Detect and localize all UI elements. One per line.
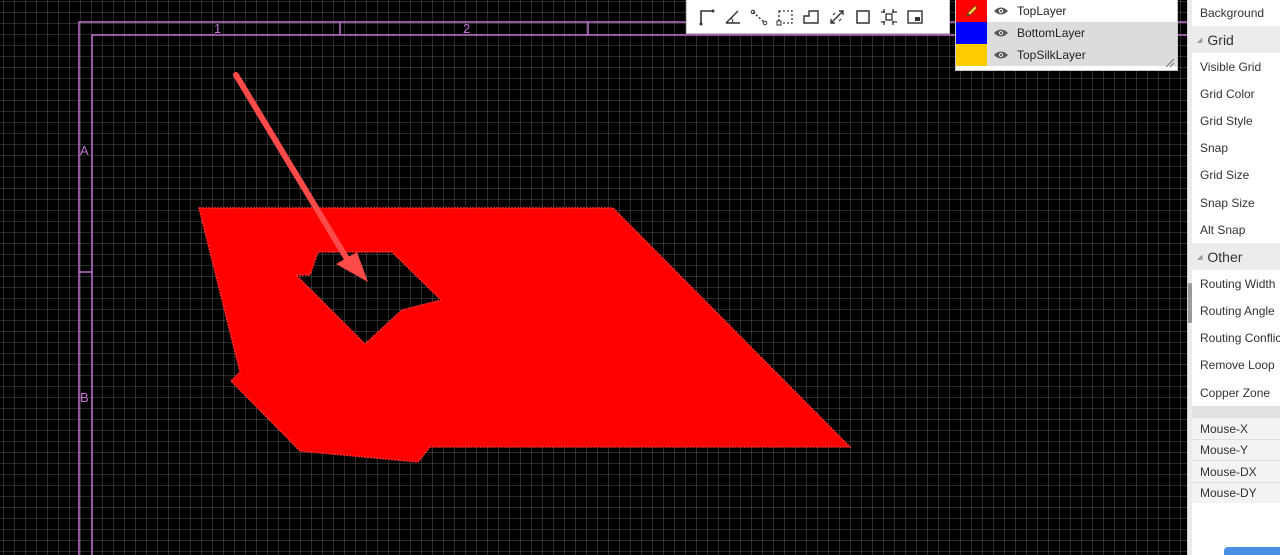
properties-panel: Background ◢ Grid Visible Grid Grid Colo… bbox=[1192, 0, 1280, 555]
prop-visible-grid[interactable]: Visible Grid bbox=[1192, 53, 1280, 80]
canvas-drawing bbox=[78, 21, 1187, 555]
layer-color-swatch[interactable] bbox=[956, 22, 987, 44]
window-icon[interactable] bbox=[903, 5, 926, 28]
resize-arrows-icon[interactable] bbox=[825, 5, 848, 28]
dotted-line-icon[interactable] bbox=[747, 5, 770, 28]
prop-grid-style[interactable]: Grid Style bbox=[1192, 107, 1280, 134]
prop-alt-snap[interactable]: Alt Snap bbox=[1192, 216, 1280, 243]
section-other-header[interactable]: ◢ Other bbox=[1192, 243, 1280, 271]
outline-shape-icon[interactable] bbox=[799, 5, 822, 28]
eye-icon[interactable] bbox=[987, 50, 1015, 60]
row-label-b: B bbox=[80, 390, 89, 405]
prop-routing-angle[interactable]: Routing Angle bbox=[1192, 298, 1280, 325]
row-label-a: A bbox=[80, 143, 89, 158]
prop-grid-color[interactable]: Grid Color bbox=[1192, 80, 1280, 107]
layer-name: TopLayer bbox=[1017, 4, 1067, 18]
layer-row-bottomlayer[interactable]: BottomLayer bbox=[956, 22, 1177, 44]
pencil-icon bbox=[965, 5, 978, 17]
collapse-triangle-icon: ◢ bbox=[1197, 253, 1203, 261]
layer-row-topsilklayer[interactable]: TopSilkLayer bbox=[956, 44, 1177, 66]
layer-name: BottomLayer bbox=[1017, 26, 1086, 40]
resize-grip-icon[interactable] bbox=[1165, 58, 1175, 68]
layer-color-swatch[interactable] bbox=[956, 44, 987, 66]
dashed-rectangle-icon[interactable] bbox=[773, 5, 796, 28]
eye-icon[interactable] bbox=[987, 6, 1015, 16]
layers-panel: TopLayer BottomLayer TopSilkLayer bbox=[955, 0, 1178, 71]
prop-routing-width[interactable]: Routing Width bbox=[1192, 270, 1280, 297]
panel-divider bbox=[1192, 406, 1280, 418]
prop-copper-zone[interactable]: Copper Zone bbox=[1192, 379, 1280, 406]
section-grid-header[interactable]: ◢ Grid bbox=[1192, 26, 1280, 53]
layer-color-swatch[interactable] bbox=[956, 0, 987, 22]
prop-snap[interactable]: Snap bbox=[1192, 135, 1280, 162]
layer-name: TopSilkLayer bbox=[1017, 48, 1086, 62]
prop-remove-loop[interactable]: Remove Loop bbox=[1192, 352, 1280, 379]
column-label-1: 1 bbox=[214, 21, 222, 36]
pcb-canvas[interactable]: 1 2 A B bbox=[0, 0, 1187, 555]
mouse-y-label: Mouse-Y bbox=[1192, 438, 1280, 461]
prop-snap-size[interactable]: Snap Size bbox=[1192, 189, 1280, 216]
section-title: Grid bbox=[1207, 31, 1234, 48]
eye-icon[interactable] bbox=[987, 28, 1015, 38]
section-title: Other bbox=[1207, 248, 1243, 265]
copper-zone[interactable] bbox=[198, 207, 852, 463]
layer-row-toplayer[interactable]: TopLayer bbox=[956, 0, 1177, 22]
mouse-dx-label: Mouse-DX bbox=[1192, 460, 1280, 482]
selection-frame-icon[interactable] bbox=[877, 5, 900, 28]
mouse-x-label: Mouse-X bbox=[1192, 417, 1280, 439]
prop-grid-size[interactable]: Grid Size bbox=[1192, 162, 1280, 189]
column-label-2: 2 bbox=[463, 21, 471, 36]
prop-routing-conflict[interactable]: Routing Conflict bbox=[1192, 325, 1280, 352]
action-button[interactable] bbox=[1224, 547, 1280, 555]
mouse-dy-label: Mouse-DY bbox=[1192, 481, 1280, 504]
drawing-toolbar bbox=[686, 0, 950, 34]
prop-background[interactable]: Background bbox=[1192, 0, 1280, 26]
corner-line-icon[interactable] bbox=[695, 5, 718, 28]
angle-icon[interactable] bbox=[721, 5, 744, 28]
square-icon[interactable] bbox=[851, 5, 874, 28]
collapse-triangle-icon: ◢ bbox=[1197, 36, 1203, 44]
